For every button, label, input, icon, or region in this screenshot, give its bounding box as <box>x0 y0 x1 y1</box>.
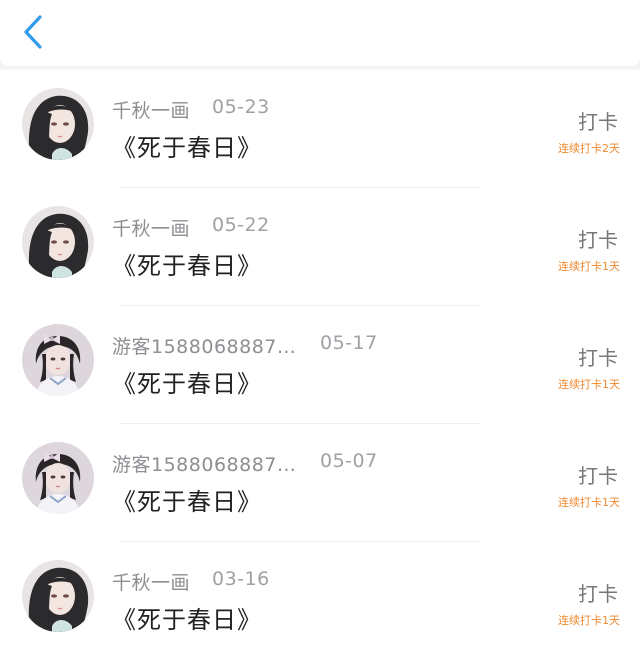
bow-girl-avatar <box>22 324 94 396</box>
checkin-record-page: 千秋一画 05-23 《死于春日》 打卡 连续打卡2天 千秋一画 05-22 《… <box>0 0 640 657</box>
book-title: 《死于春日》 <box>112 606 262 634</box>
streak-badge: 连续打卡1天 <box>558 378 620 391</box>
user-name: 游客1588068887… <box>112 336 297 358</box>
list-item[interactable]: 游客1588068887… 05-17 《死于春日》 打卡 连续打卡1天 <box>0 306 640 424</box>
checkin-date: 05-22 <box>212 214 270 236</box>
back-button[interactable] <box>18 12 52 52</box>
long-hair-girl-avatar <box>22 88 94 160</box>
list-item[interactable]: 千秋一画 05-23 《死于春日》 打卡 连续打卡2天 <box>0 70 640 188</box>
user-name: 千秋一画 <box>112 100 191 122</box>
top-nav-bar <box>0 0 640 66</box>
checkin-date: 05-17 <box>320 332 378 354</box>
avatar[interactable] <box>22 442 94 514</box>
checkin-label: 打卡 <box>578 228 618 252</box>
bow-girl-avatar <box>22 442 94 514</box>
avatar[interactable] <box>22 560 94 632</box>
checkin-label: 打卡 <box>578 582 618 606</box>
streak-badge: 连续打卡1天 <box>558 496 620 509</box>
book-title: 《死于春日》 <box>112 134 262 162</box>
avatar[interactable] <box>22 88 94 160</box>
checkin-list: 千秋一画 05-23 《死于春日》 打卡 连续打卡2天 千秋一画 05-22 《… <box>0 70 640 657</box>
list-item[interactable]: 千秋一画 05-22 《死于春日》 打卡 连续打卡1天 <box>0 188 640 306</box>
streak-badge: 连续打卡1天 <box>558 260 620 273</box>
list-item[interactable]: 千秋一画 03-16 《死于春日》 打卡 连续打卡1天 <box>0 542 640 657</box>
checkin-date: 05-23 <box>212 96 270 118</box>
long-hair-girl-avatar <box>22 560 94 632</box>
checkin-label: 打卡 <box>578 346 618 370</box>
list-item[interactable]: 游客1588068887… 05-07 《死于春日》 打卡 连续打卡1天 <box>0 424 640 542</box>
avatar[interactable] <box>22 206 94 278</box>
checkin-date: 05-07 <box>320 450 378 472</box>
user-name: 千秋一画 <box>112 572 191 594</box>
user-name: 千秋一画 <box>112 218 191 240</box>
streak-badge: 连续打卡2天 <box>558 142 620 155</box>
chevron-left-icon <box>24 15 42 49</box>
checkin-label: 打卡 <box>578 464 618 488</box>
book-title: 《死于春日》 <box>112 252 262 280</box>
checkin-label: 打卡 <box>578 110 618 134</box>
avatar[interactable] <box>22 324 94 396</box>
user-name: 游客1588068887… <box>112 454 297 476</box>
streak-badge: 连续打卡1天 <box>558 614 620 627</box>
book-title: 《死于春日》 <box>112 488 262 516</box>
book-title: 《死于春日》 <box>112 370 262 398</box>
long-hair-girl-avatar <box>22 206 94 278</box>
checkin-date: 03-16 <box>212 568 270 590</box>
